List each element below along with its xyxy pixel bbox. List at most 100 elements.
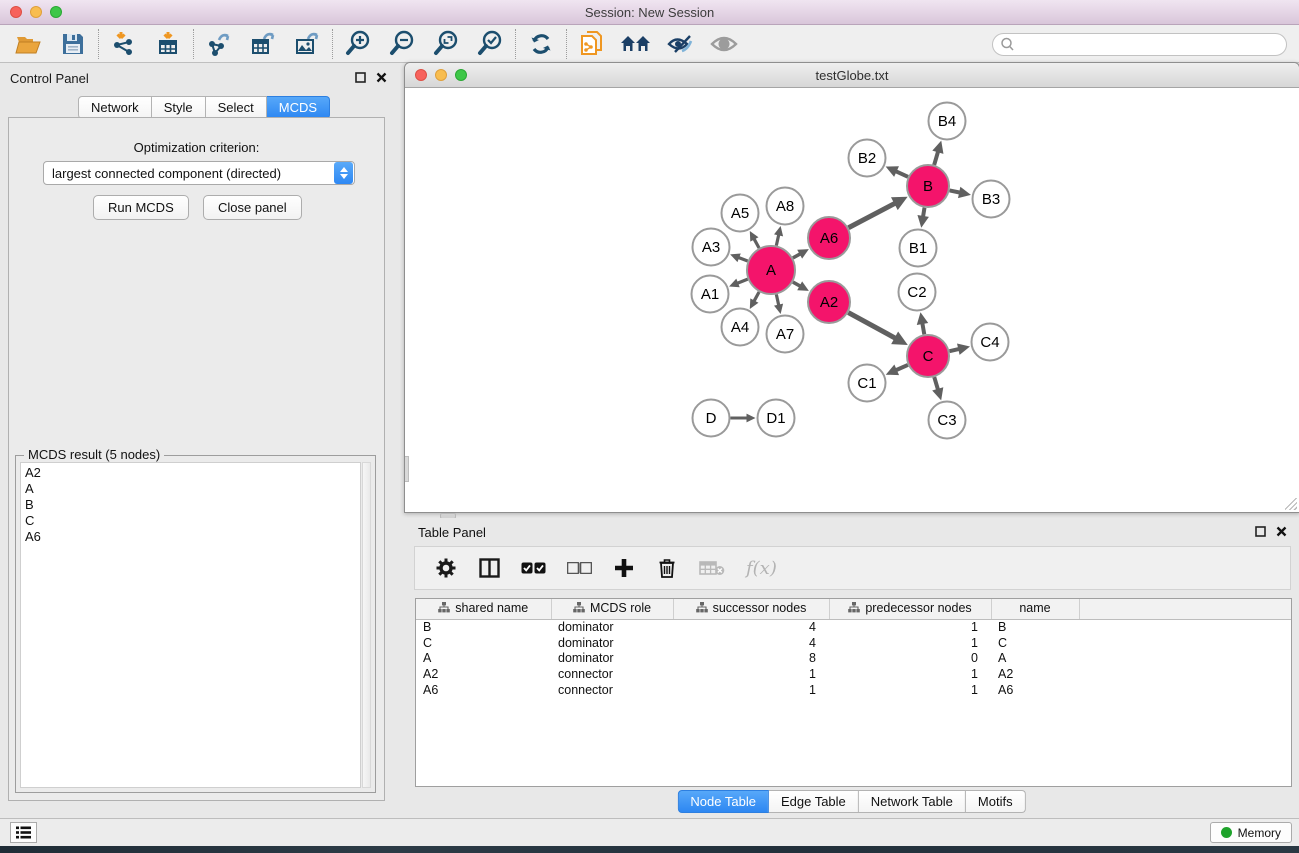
mcds-result-item[interactable]: B — [25, 497, 360, 513]
graph-edge[interactable] — [934, 377, 938, 390]
zoom-fit-icon[interactable] — [429, 28, 463, 60]
mcds-result-item[interactable]: A6 — [25, 529, 360, 545]
graph-node-C1[interactable]: C1 — [849, 365, 886, 402]
column-header-shared-name[interactable]: shared name — [416, 599, 551, 619]
tab-style[interactable]: Style — [152, 96, 206, 119]
graph-edge[interactable] — [949, 349, 959, 351]
save-session-icon[interactable] — [56, 28, 90, 60]
tab-node-table[interactable]: Node Table — [677, 790, 769, 813]
deselect-all-rows-icon[interactable] — [567, 553, 592, 583]
graph-node-A6[interactable]: A6 — [808, 217, 850, 259]
table-row[interactable]: A2connector11A2 — [416, 666, 1291, 682]
graph-node-B2[interactable]: B2 — [849, 140, 886, 177]
graph-node-A3[interactable]: A3 — [693, 229, 730, 266]
graph-edge[interactable] — [896, 171, 908, 177]
mcds-result-item[interactable]: A2 — [25, 465, 360, 481]
graph-edge[interactable] — [922, 323, 924, 334]
graph-edge[interactable] — [793, 282, 801, 286]
graph-node-B3[interactable]: B3 — [973, 181, 1010, 218]
close-panel-icon[interactable] — [376, 72, 387, 83]
import-network-icon[interactable] — [107, 28, 141, 60]
graph-node-A4[interactable]: A4 — [722, 309, 759, 346]
export-image-icon[interactable] — [290, 28, 324, 60]
graph-node-A1[interactable]: A1 — [692, 276, 729, 313]
refresh-icon[interactable] — [524, 28, 558, 60]
graph-edge[interactable] — [934, 151, 938, 165]
graph-node-B[interactable]: B — [907, 165, 949, 207]
graph-edge[interactable] — [754, 239, 759, 248]
criterion-dropdown[interactable]: largest connected component (directed) — [43, 161, 355, 185]
graph-node-A7[interactable]: A7 — [767, 316, 804, 353]
delete-table-icon[interactable] — [699, 553, 725, 583]
export-network-icon[interactable] — [202, 28, 236, 60]
graph-node-B1[interactable]: B1 — [900, 230, 937, 267]
network-resize-grip[interactable] — [1285, 498, 1297, 510]
tab-network-table[interactable]: Network Table — [859, 790, 966, 813]
new-network-from-selection-icon[interactable] — [575, 28, 609, 60]
tab-network[interactable]: Network — [78, 96, 152, 119]
search-input[interactable] — [1015, 36, 1286, 54]
graph-edge[interactable] — [848, 313, 895, 339]
table-row[interactable]: Cdominator41C — [416, 635, 1291, 651]
graph-node-C3[interactable]: C3 — [929, 402, 966, 439]
birds-eye-view-icon[interactable] — [707, 28, 741, 60]
graph-node-A8[interactable]: A8 — [767, 188, 804, 225]
column-header-predecessor-nodes[interactable]: predecessor nodes — [829, 599, 991, 619]
close-panel-icon[interactable] — [1276, 526, 1287, 537]
tab-edge-table[interactable]: Edge Table — [769, 790, 859, 813]
delete-column-trash-icon[interactable] — [656, 553, 678, 583]
graph-node-D[interactable]: D — [693, 400, 730, 437]
table-settings-gear-icon[interactable] — [435, 553, 457, 583]
task-history-button[interactable] — [10, 822, 37, 843]
graph-edge[interactable] — [737, 279, 748, 283]
tab-mcds[interactable]: MCDS — [267, 96, 330, 119]
mcds-result-item[interactable]: A — [25, 481, 360, 497]
graph-edge[interactable] — [776, 234, 778, 245]
run-mcds-button[interactable]: Run MCDS — [93, 195, 189, 220]
network-canvas[interactable]: B4 B2 B B3 A8A5 A6 A3 B1 A C2 A1 A2 A4A7 C4 C C1 C3 D D1 — [405, 88, 1299, 512]
mcds-list-scrollbar[interactable] — [362, 462, 371, 788]
graph-node-A5[interactable]: A5 — [722, 195, 759, 232]
memory-button[interactable]: Memory — [1210, 822, 1292, 843]
column-header-name[interactable]: name — [991, 599, 1079, 619]
graph-edge[interactable] — [923, 208, 924, 217]
graph-edge[interactable] — [754, 292, 759, 301]
function-builder-icon[interactable]: f(x) — [746, 553, 777, 583]
create-column-plus-icon[interactable] — [613, 553, 635, 583]
table-row[interactable]: A6connector11A6 — [416, 682, 1291, 698]
graph-edge[interactable] — [738, 257, 747, 261]
graph-edge[interactable] — [950, 190, 961, 192]
graph-node-A[interactable]: A — [747, 246, 795, 294]
select-all-rows-icon[interactable] — [521, 553, 546, 583]
close-panel-button[interactable]: Close panel — [203, 195, 302, 220]
graph-edge[interactable] — [793, 254, 801, 258]
graph-node-C[interactable]: C — [907, 335, 949, 377]
import-table-icon[interactable] — [151, 28, 185, 60]
table-row[interactable]: Bdominator41B — [416, 619, 1291, 635]
network-window-titlebar[interactable]: testGlobe.txt — [405, 63, 1299, 88]
zoom-in-icon[interactable] — [341, 28, 375, 60]
graph-node-C2[interactable]: C2 — [899, 274, 936, 311]
graph-edge[interactable] — [896, 365, 908, 370]
column-header-successor-nodes[interactable]: successor nodes — [673, 599, 829, 619]
tab-select[interactable]: Select — [206, 96, 267, 119]
zoom-out-icon[interactable] — [385, 28, 419, 60]
graph-node-C4[interactable]: C4 — [972, 324, 1009, 361]
toolbar-search[interactable] — [992, 33, 1287, 56]
export-table-icon[interactable] — [246, 28, 280, 60]
table-row[interactable]: Adominator80A — [416, 651, 1291, 667]
graph-node-A2[interactable]: A2 — [808, 281, 850, 323]
float-panel-icon[interactable] — [355, 72, 366, 83]
graph-node-D1[interactable]: D1 — [758, 400, 795, 437]
show-column-panel-icon[interactable] — [478, 553, 500, 583]
float-panel-icon[interactable] — [1255, 526, 1266, 537]
graph-edge[interactable] — [848, 203, 895, 228]
open-file-icon[interactable] — [12, 28, 46, 60]
graph-node-B4[interactable]: B4 — [929, 103, 966, 140]
tab-motifs[interactable]: Motifs — [966, 790, 1026, 813]
column-header-mcds-role[interactable]: MCDS role — [551, 599, 673, 619]
home-networks-icon[interactable] — [619, 28, 653, 60]
graph-edge[interactable] — [776, 294, 778, 305]
network-vertical-scroll-nub[interactable] — [405, 456, 409, 482]
show-graphics-details-icon[interactable] — [663, 28, 697, 60]
